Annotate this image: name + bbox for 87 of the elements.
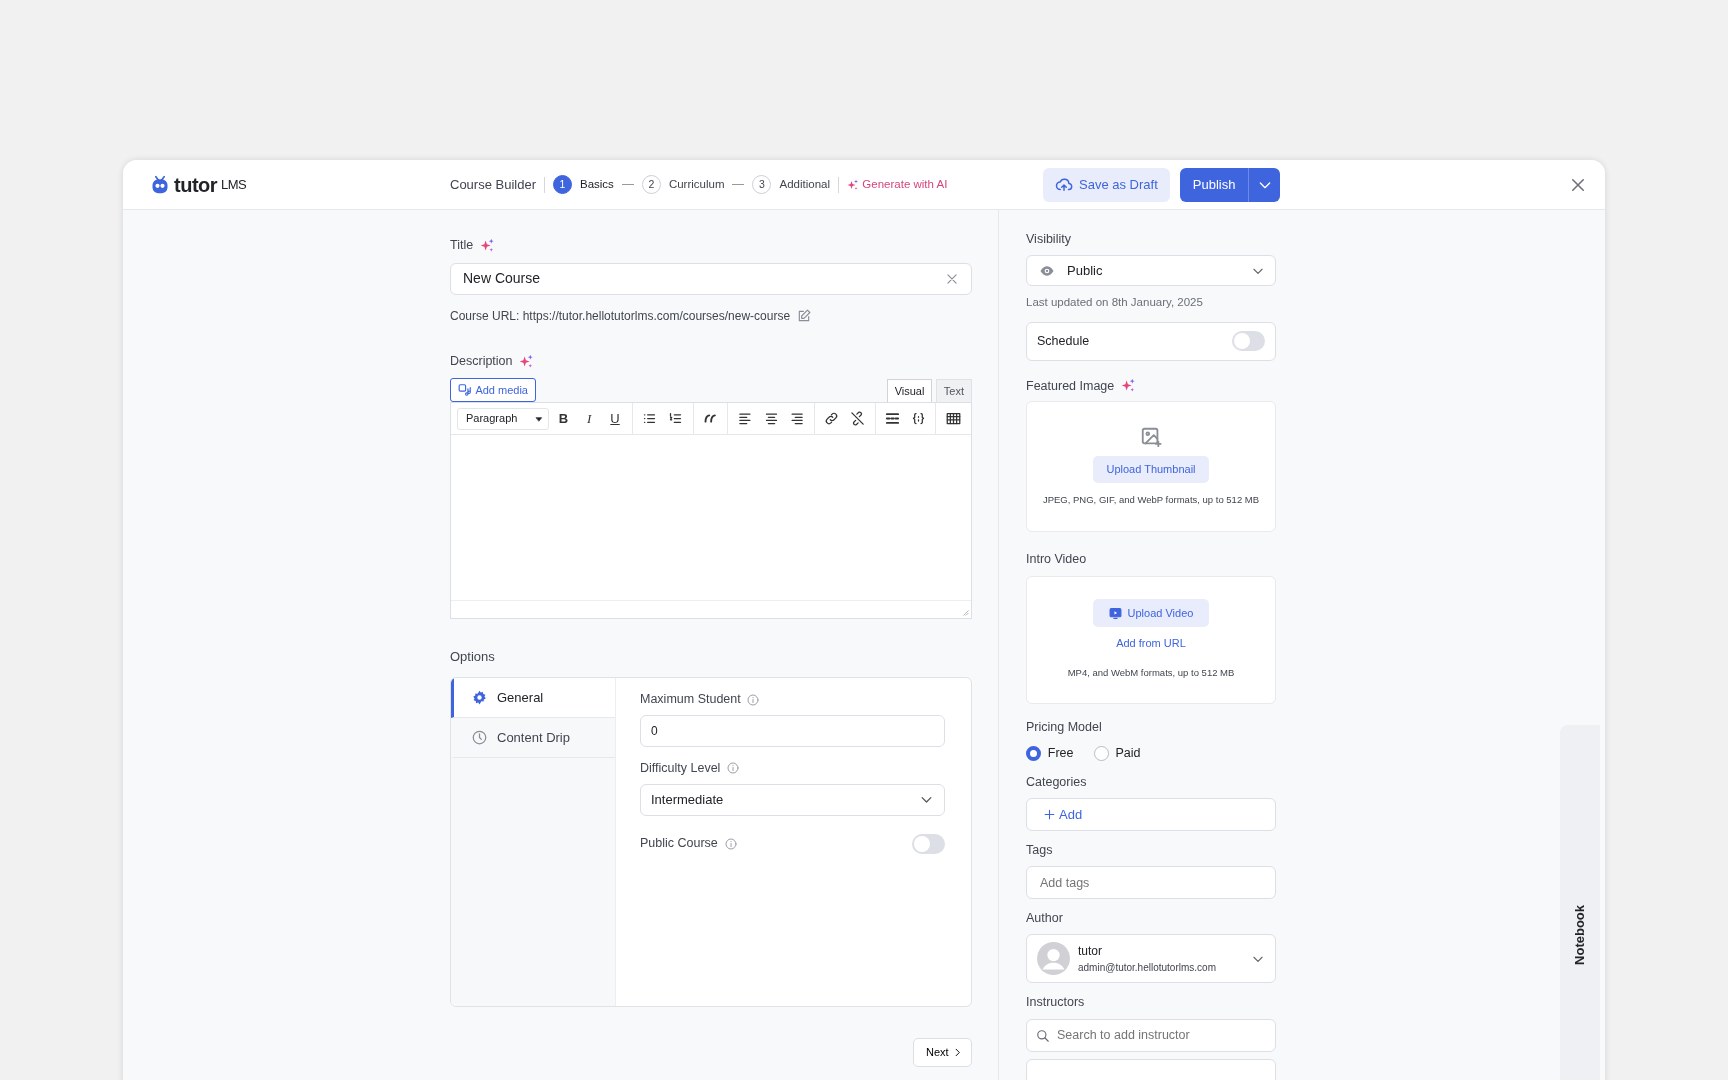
sparkle-icon: [847, 178, 859, 191]
publish-dropdown-button[interactable]: [1248, 167, 1281, 202]
edit-icon[interactable]: [796, 308, 811, 323]
notebook-tab[interactable]: Notebook: [1560, 725, 1600, 1080]
generate-ai-button[interactable]: Generate with AI: [847, 175, 948, 194]
options-tab[interactable]: Content Drip: [451, 718, 615, 759]
logo-suffix: LMS: [221, 175, 247, 194]
schedule-label: Schedule: [1037, 332, 1090, 350]
author-name: tutor: [1078, 943, 1103, 961]
instructors-label: Instructors: [1026, 994, 1085, 1012]
avatar-icon: [1037, 942, 1070, 976]
plus-icon: [1043, 807, 1056, 821]
editor-tab[interactable]: Visual: [886, 378, 933, 402]
step-label[interactable]: Curriculum: [668, 175, 725, 194]
difficulty-level-label: Difficulty Level: [640, 760, 721, 777]
schedule-toggle[interactable]: [1232, 331, 1265, 351]
visibility-label: Visibility: [1026, 231, 1071, 248]
caret-icon: [535, 414, 544, 423]
featured-image-label: Featured Image: [1026, 377, 1115, 395]
intro-video-label: Intro Video: [1026, 551, 1087, 569]
difficulty-level-select[interactable]: Intermediate: [640, 783, 945, 816]
add-from-url-link[interactable]: Add from URL: [1116, 635, 1186, 652]
align-left-icon: [737, 411, 753, 426]
save-draft-button[interactable]: Save as Draft: [1043, 167, 1170, 202]
course-url-text: Course URL: https://tutor.hellotutorlms.com/courses/new-course: [450, 307, 791, 325]
numbered-list-icon: [668, 411, 684, 426]
pricing-radio[interactable]: Paid: [1093, 743, 1141, 763]
logo-text: tutor: [174, 172, 218, 198]
title-value: New Course: [463, 269, 542, 289]
video-icon: [1108, 606, 1122, 620]
instructor-search-field[interactable]: Search to add instructor: [1026, 1018, 1276, 1052]
clear-icon[interactable]: [945, 271, 959, 286]
image-add-icon: [1140, 426, 1162, 449]
sparkle-icon: [519, 353, 535, 369]
toolbar-toggle-icon: [945, 411, 961, 426]
tags-field[interactable]: Add tags: [1026, 866, 1276, 899]
video-formats-text: MP4, and WebM formats, up to 512 MB: [1067, 665, 1235, 680]
bullet-list-icon: [642, 411, 658, 426]
next-button[interactable]: Next: [913, 1038, 972, 1067]
image-formats-text: JPEG, PNG, GIF, and WebP formats, up to 512 MB: [1042, 492, 1260, 507]
sparkle-icon: [1121, 378, 1136, 394]
cloud-upload-icon: [1055, 175, 1073, 194]
align-center-icon: [763, 411, 779, 426]
options-label: Options: [450, 648, 495, 666]
upload-video-button[interactable]: Upload Video: [1092, 598, 1210, 628]
last-updated-text: Last updated on 8th January, 2025: [1026, 295, 1204, 311]
add-media-button[interactable]: Add media: [450, 377, 536, 402]
title-field[interactable]: New Course: [450, 262, 972, 295]
add-category-button[interactable]: Add: [1026, 797, 1276, 831]
resize-handle-icon[interactable]: [961, 608, 969, 616]
clock-icon: [472, 730, 487, 746]
visibility-select[interactable]: Public: [1026, 255, 1276, 287]
gear-icon: [472, 690, 487, 706]
link-icon: [824, 411, 840, 426]
upload-thumbnail-button[interactable]: Upload Thumbnail: [1093, 456, 1209, 483]
title-label: Title: [450, 237, 474, 254]
step-label[interactable]: Additional: [779, 175, 830, 194]
publish-button[interactable]: Publish: [1179, 167, 1249, 202]
format-button[interactable]: I: [577, 406, 602, 431]
read-more-icon: [884, 411, 900, 426]
sparkle-icon: [479, 237, 495, 253]
maximum-student-field[interactable]: 0: [640, 715, 945, 747]
categories-label: Categories: [1026, 773, 1087, 791]
author-email: admin@tutor.hellotutorlms.com: [1078, 961, 1217, 976]
align-right-icon: [789, 411, 805, 426]
public-course-label: Public Course: [640, 835, 718, 853]
blockquote-icon: [703, 411, 718, 426]
paragraph-select[interactable]: Paragraph: [457, 407, 550, 430]
step-number: 1: [553, 175, 572, 194]
media-icon: [458, 382, 472, 397]
tags-label: Tags: [1026, 841, 1053, 859]
format-button[interactable]: U: [603, 406, 627, 431]
step-label[interactable]: Basics: [580, 175, 614, 194]
options-tab[interactable]: General: [451, 678, 615, 719]
author-label: Author: [1026, 910, 1063, 927]
unlink-icon: [850, 411, 866, 426]
maximum-student-label: Maximum Student: [640, 691, 741, 709]
code-icon: [910, 411, 926, 426]
public-course-toggle[interactable]: [912, 833, 945, 854]
search-icon: [1036, 1028, 1050, 1043]
description-label: Description: [450, 352, 513, 370]
author-select[interactable]: tutor admin@tutor.hellotutorlms.com: [1026, 934, 1276, 984]
editor-tab[interactable]: Text: [935, 378, 972, 402]
course-builder-title: Course Builder: [450, 175, 536, 194]
pricing-model-label: Pricing Model: [1026, 718, 1102, 736]
format-button[interactable]: B: [551, 406, 576, 431]
pricing-radio[interactable]: Free: [1026, 743, 1074, 763]
